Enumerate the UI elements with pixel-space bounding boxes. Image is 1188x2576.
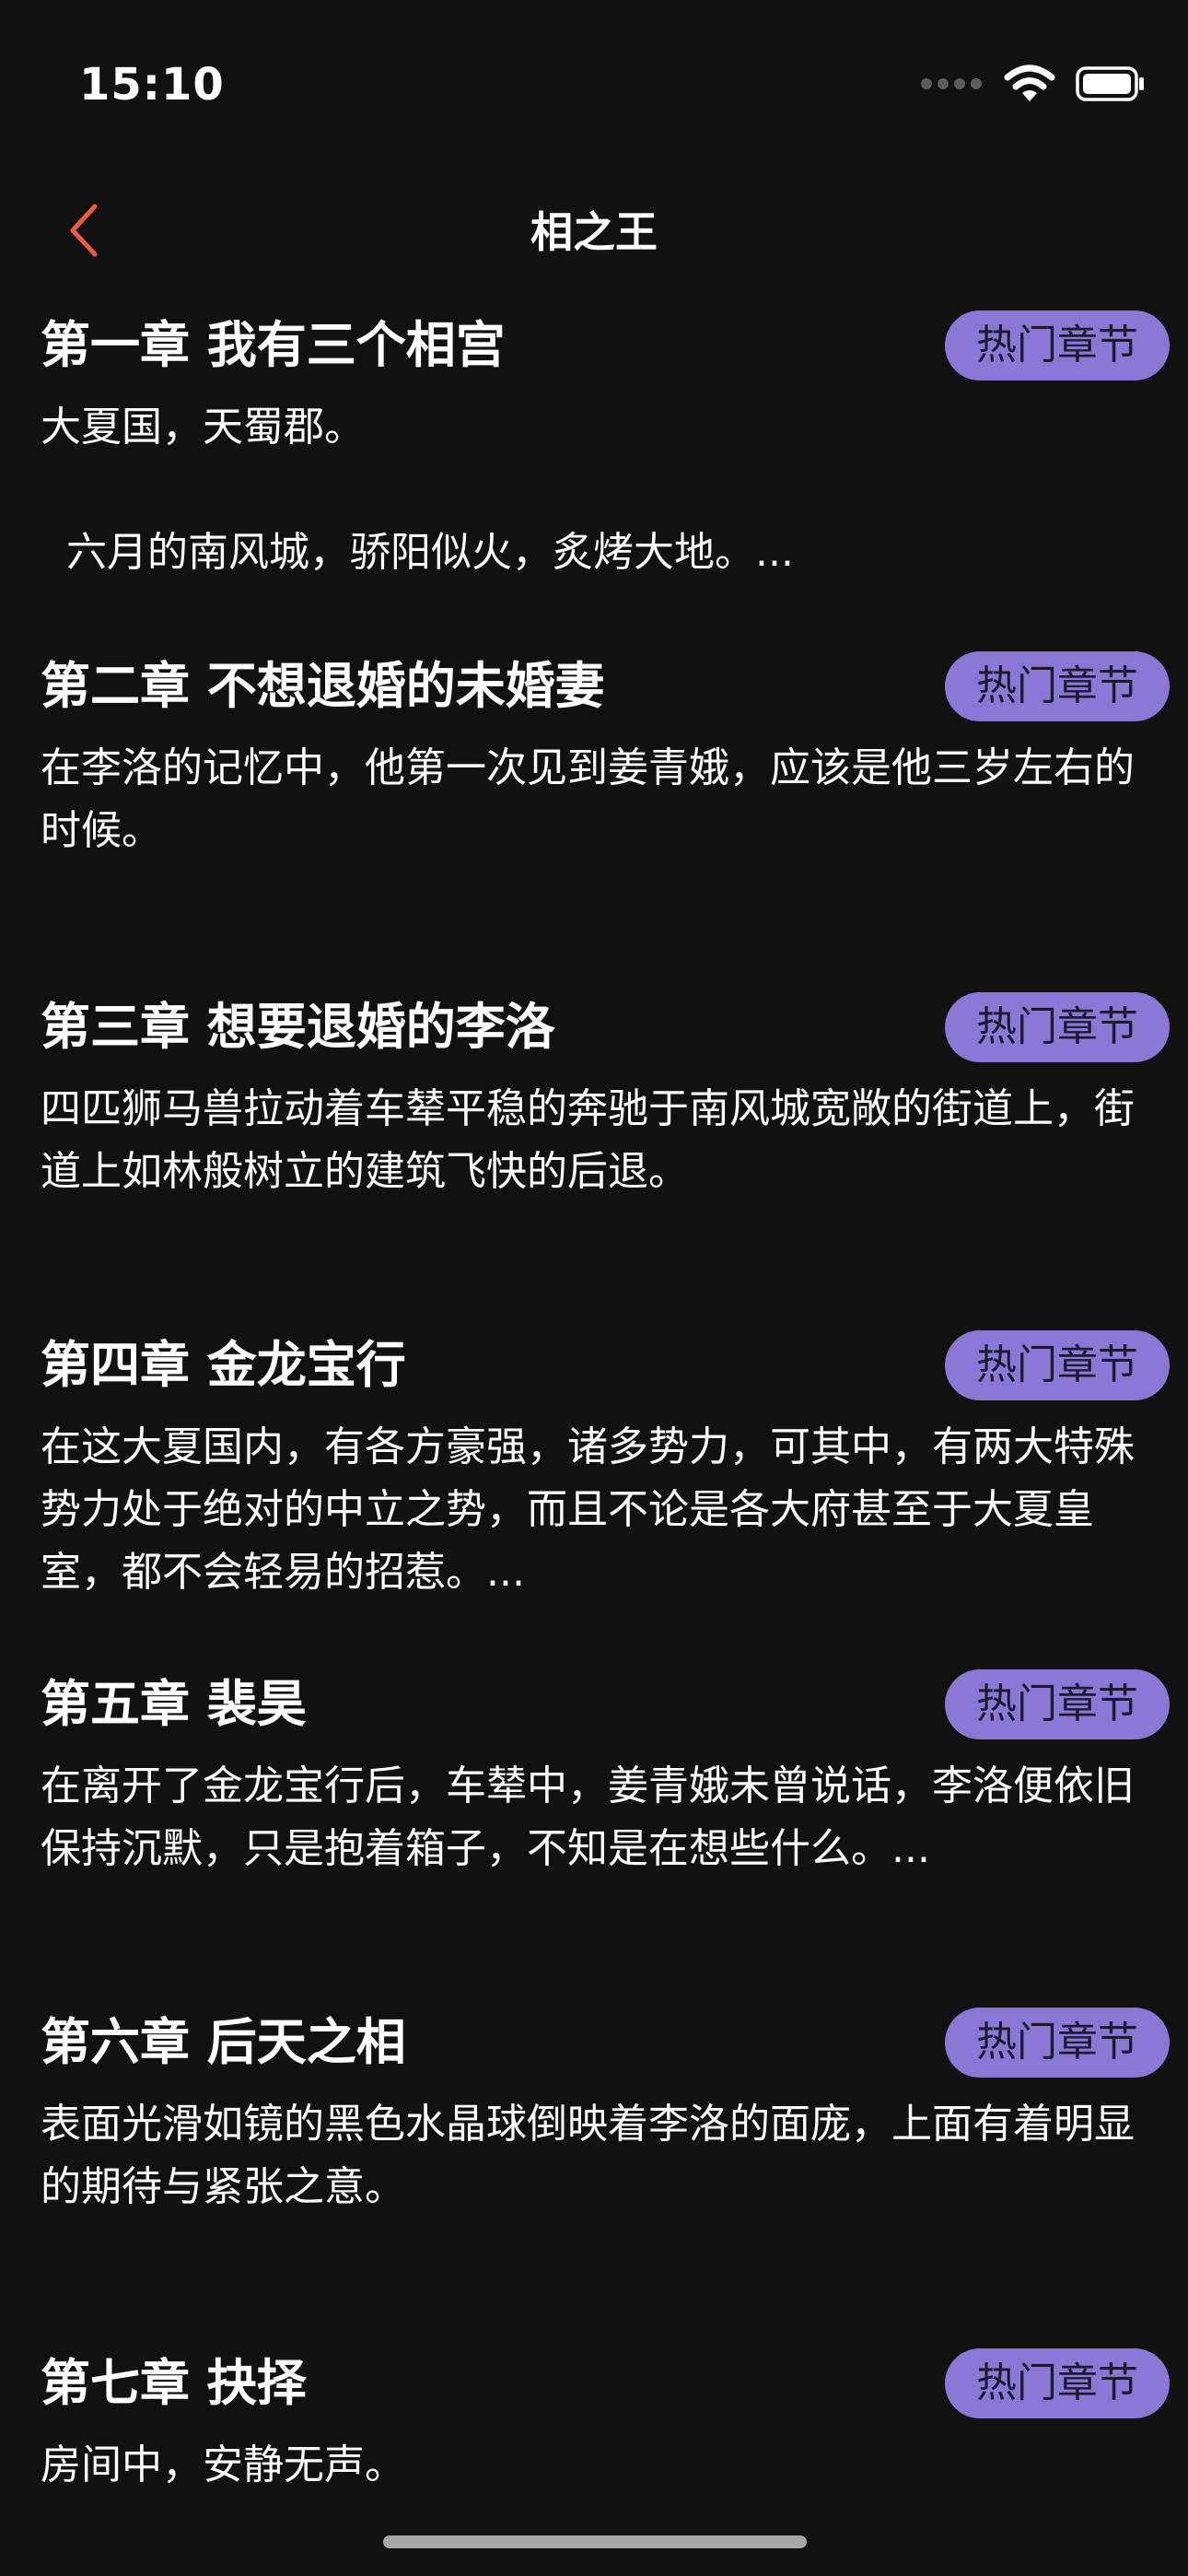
hot-chapter-badge: 热门章节	[945, 1330, 1170, 1400]
chapter-excerpt: 大夏国，天蜀郡。 六月的南风城，骄阳似火，炙烤大地。...	[41, 404, 794, 576]
battery-icon	[1076, 66, 1144, 101]
chapter-title: 第六章 后天之相	[41, 2013, 406, 2071]
status-icons	[919, 64, 1146, 103]
navigation-bar: 相之王	[0, 175, 1188, 286]
chapter-title: 第二章 不想退婚的未婚妻	[41, 657, 605, 715]
chapter-title: 第四章 金龙宝行	[41, 1336, 406, 1394]
chapter-title: 第三章 想要退婚的李洛	[41, 998, 555, 1056]
chapter-excerpt: 房间中，安静无声。	[41, 2441, 405, 2488]
wifi-icon	[1004, 64, 1055, 101]
status-bar: 15:10	[0, 0, 1188, 175]
chapter-excerpt: 在离开了金龙宝行后，车辇中，姜青娥未曾说话，李洛便依旧保持沉默，只是抱着箱子，不…	[41, 1762, 1135, 1872]
cellular-signal-icon	[921, 78, 982, 89]
chapter-excerpt: 表面光滑如镜的黑色水晶球倒映着李洛的面庞，上面有着明显的期待与紧张之意。	[41, 2101, 1135, 2210]
chapter-excerpt: 四匹狮马兽拉动着车辇平稳的奔驰于南风城宽敞的街道上，街道上如林般树立的建筑飞快的…	[41, 1085, 1135, 1195]
chapter-excerpt: 在这大夏国内，有各方豪强，诸多势力，可其中，有两大特殊势力处于绝对的中立之势，而…	[41, 1423, 1135, 1596]
page-title: 相之王	[530, 207, 658, 257]
chapter-excerpt: 在李洛的记忆中，他第一次见到姜青娥，应该是他三岁左右的时候。	[41, 744, 1135, 854]
chapter-title: 第一章 我有三个相宫	[41, 316, 506, 374]
home-indicator[interactable]	[383, 2535, 807, 2548]
chapter-title: 第五章 裴昊	[41, 1675, 307, 1733]
status-time: 15:10	[79, 59, 225, 111]
hot-chapter-badge: 热门章节	[945, 2348, 1170, 2418]
hot-chapter-badge: 热门章节	[945, 1669, 1170, 1739]
chapter-title: 第七章 抉择	[41, 2354, 307, 2412]
hot-chapter-badge: 热门章节	[945, 2008, 1170, 2078]
hot-chapter-badge: 热门章节	[945, 992, 1170, 1062]
hot-chapter-badge: 热门章节	[945, 310, 1170, 381]
hot-chapter-badge: 热门章节	[945, 651, 1170, 721]
